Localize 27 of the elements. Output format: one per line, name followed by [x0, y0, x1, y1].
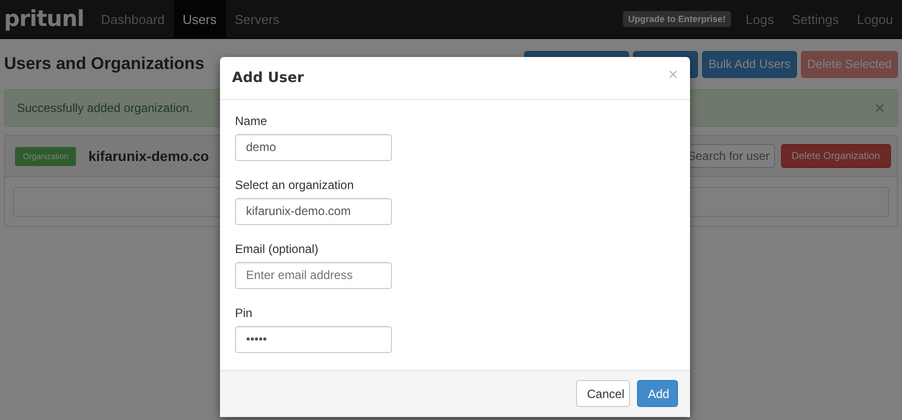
- input-field[interactable]: kifarunix-demo.com: [235, 198, 392, 225]
- page-title: Users and Organizations: [4, 54, 204, 74]
- dialog-button[interactable]: Cancel: [576, 380, 630, 408]
- field-label: Name: [235, 114, 268, 128]
- nav-link[interactable]: Settings: [782, 0, 848, 38]
- input-field[interactable]: Enter email address: [235, 262, 392, 289]
- alert-text: Successfully added organization.: [17, 101, 192, 115]
- dialog-button[interactable]: Add: [637, 380, 678, 408]
- field-label: Pin: [235, 306, 252, 320]
- upgrade-badge[interactable]: Upgrade to Enterprise!: [623, 11, 731, 27]
- input-field[interactable]: demo: [235, 134, 392, 161]
- field-label: Email (optional): [235, 242, 318, 256]
- toolbar-button[interactable]: Bulk Add Users: [702, 50, 797, 78]
- close-button[interactable]: ×: [668, 65, 678, 85]
- delete-organization-button[interactable]: Delete Organization: [780, 144, 891, 168]
- organization-name: kifarunix-demo.co: [88, 148, 209, 164]
- logo: pritunl: [4, 6, 84, 32]
- dialog-title: Add User: [232, 70, 304, 86]
- nav-link[interactable]: Users: [174, 0, 226, 38]
- input-field[interactable]: •••••: [235, 326, 392, 353]
- close-button[interactable]: ×: [874, 98, 885, 118]
- nav-link[interactable]: Logou: [848, 0, 902, 38]
- nav-link[interactable]: Servers: [226, 0, 288, 38]
- organization-label: Organization: [15, 146, 76, 166]
- field-label: Select an organization: [235, 178, 354, 192]
- nav-link[interactable]: Logs: [736, 0, 783, 38]
- nav-link[interactable]: Dashboard: [92, 0, 174, 38]
